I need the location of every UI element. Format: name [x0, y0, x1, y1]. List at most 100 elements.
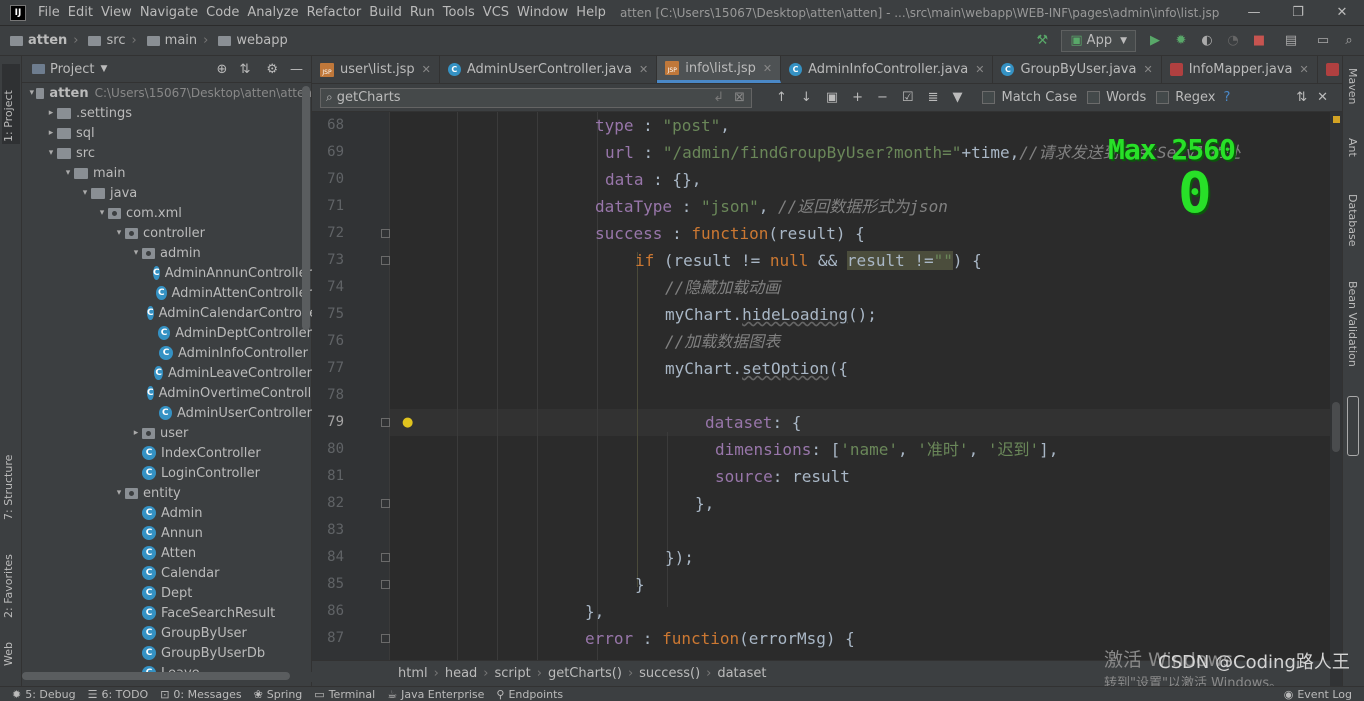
close-tab-icon[interactable]: ✕: [1143, 63, 1152, 76]
tree-item[interactable]: C Annun: [22, 523, 312, 543]
breadcrumb-item[interactable]: html: [392, 666, 434, 681]
nav-crumb-main[interactable]: main ›: [137, 33, 208, 48]
expanded-arrow-icon[interactable]: ▾: [28, 88, 36, 98]
menu-build[interactable]: Build: [365, 5, 406, 20]
words-label[interactable]: Words: [1106, 90, 1146, 105]
editor-scrollbar[interactable]: [1332, 402, 1340, 452]
hide-panel-icon[interactable]: —: [290, 62, 303, 77]
status-eventlog[interactable]: ◉ Event Log: [1284, 688, 1352, 701]
words-checkbox[interactable]: [1087, 91, 1101, 104]
find-input[interactable]: ⌕ getCharts ↲ ⊠: [320, 87, 752, 108]
expanded-arrow-icon[interactable]: ▾: [79, 188, 91, 198]
tree-item[interactable]: C AdminDeptController: [22, 323, 312, 343]
regex-label[interactable]: Regex: [1175, 90, 1215, 105]
menu-vcs[interactable]: VCS: [479, 5, 513, 20]
stop-icon[interactable]: ■: [1250, 32, 1268, 50]
profile-icon[interactable]: ◔: [1224, 32, 1242, 50]
menu-help[interactable]: Help: [572, 5, 610, 20]
tree-item[interactable]: C AdminCalendarController: [22, 303, 322, 323]
collapsed-arrow-icon[interactable]: ▸: [45, 108, 57, 118]
menu-tools[interactable]: Tools: [439, 5, 479, 20]
fold-marker-icon[interactable]: [381, 580, 390, 589]
match-case-label[interactable]: Match Case: [1001, 90, 1077, 105]
terminal-icon[interactable]: ▭: [1314, 32, 1332, 50]
breadcrumb-item[interactable]: success(): [633, 666, 706, 681]
tree-item[interactable]: ▸ user: [22, 423, 312, 443]
editor-tab[interactable]: JSP user\list.jsp ✕: [312, 56, 440, 83]
tree-item[interactable]: ▸ .settings: [22, 103, 312, 123]
remove-occurrence-icon[interactable]: −: [877, 90, 888, 105]
gear-icon[interactable]: ⚙: [266, 62, 278, 77]
filter-icon[interactable]: ▼: [952, 90, 962, 105]
select-all-occurrences-icon[interactable]: ▣: [826, 90, 838, 105]
menu-edit[interactable]: Edit: [64, 5, 97, 20]
expanded-arrow-icon[interactable]: ▾: [45, 148, 57, 158]
collapse-all-icon[interactable]: ⇅: [239, 62, 250, 77]
tab-bean-validation[interactable]: Bean Validation: [1346, 281, 1359, 367]
fold-marker-icon[interactable]: [381, 418, 390, 427]
fold-marker-icon[interactable]: [381, 229, 390, 238]
locate-target-icon[interactable]: ⊕: [217, 62, 228, 77]
collapsed-arrow-icon[interactable]: ▸: [130, 428, 142, 438]
project-panel-title[interactable]: Project: [50, 62, 94, 77]
tree-item[interactable]: C IndexController: [22, 443, 312, 463]
tab-database[interactable]: Database: [1346, 194, 1359, 247]
editor-tab[interactable]: C AdminInfoController.java ✕: [781, 56, 994, 83]
menu-view[interactable]: View: [97, 5, 136, 20]
expanded-arrow-icon[interactable]: ▾: [113, 228, 125, 238]
tab-structure[interactable]: 7: Structure: [2, 436, 15, 520]
fold-marker-icon[interactable]: [381, 499, 390, 508]
menu-code[interactable]: Code: [202, 5, 243, 20]
close-tab-icon[interactable]: ✕: [763, 62, 772, 75]
tree-item[interactable]: C AdminLeaveController: [22, 363, 312, 383]
tree-item[interactable]: ▾ src: [22, 143, 312, 163]
tab-maven[interactable]: Maven: [1346, 68, 1359, 104]
run-config-select[interactable]: ▣ App ▼: [1061, 29, 1136, 52]
fold-marker-icon[interactable]: [381, 553, 390, 562]
tree-item[interactable]: C AdminAnnunController: [22, 263, 312, 283]
match-case-checkbox[interactable]: [982, 91, 996, 104]
tree-hscrollbar[interactable]: [22, 672, 290, 680]
fold-marker-icon[interactable]: [381, 256, 390, 265]
tree-item[interactable]: ▾ atten C:\Users\15067\Desktop\atten\atten: [22, 83, 313, 103]
status-messages[interactable]: ⊡ 0: Messages: [160, 688, 241, 701]
close-tab-icon[interactable]: ✕: [975, 63, 984, 76]
add-occurrence-icon[interactable]: +: [852, 90, 863, 105]
menu-analyze[interactable]: Analyze: [243, 5, 302, 20]
tab-favorites[interactable]: 2: Favorites: [2, 534, 15, 618]
status-endpoints[interactable]: ⚲ Endpoints: [496, 688, 563, 701]
pin-icon[interactable]: ⇅: [1296, 90, 1307, 105]
tree-item[interactable]: C Calendar: [22, 563, 312, 583]
editor-tab[interactable]: C AdminUserController.java ✕: [440, 56, 658, 83]
tab-web[interactable]: Web: [2, 634, 15, 666]
tree-item[interactable]: C Admin: [22, 503, 312, 523]
new-line-icon[interactable]: ↲: [713, 90, 724, 105]
tree-item[interactable]: C AdminInfoController: [22, 343, 312, 363]
menu-navigate[interactable]: Navigate: [136, 5, 202, 20]
select-occurrences-icon[interactable]: ☑: [902, 90, 914, 105]
chevron-down-icon[interactable]: ▼: [100, 64, 107, 74]
tree-scrollbar[interactable]: [302, 86, 310, 330]
in-selection-icon[interactable]: ≣: [928, 90, 939, 105]
status-debug[interactable]: ✹ 5: Debug: [12, 688, 76, 701]
project-structure-icon[interactable]: ▤: [1282, 32, 1300, 50]
close-tab-icon[interactable]: ✕: [1300, 63, 1309, 76]
nav-crumb-src[interactable]: src ›: [78, 33, 137, 48]
next-occurrence-icon[interactable]: ↓: [801, 90, 812, 105]
tree-item[interactable]: ▾ main: [22, 163, 312, 183]
menu-run[interactable]: Run: [406, 5, 439, 20]
expanded-arrow-icon[interactable]: ▾: [130, 248, 142, 258]
nav-crumb-atten[interactable]: atten ›: [0, 33, 78, 48]
nav-crumb-webapp[interactable]: webapp: [208, 33, 288, 48]
status-todo[interactable]: ☰ 6: TODO: [88, 688, 149, 701]
maximize-button[interactable]: ❐: [1276, 0, 1320, 26]
tab-project[interactable]: 1: Project: [2, 64, 20, 144]
expanded-arrow-icon[interactable]: ▾: [113, 488, 125, 498]
collapsed-arrow-icon[interactable]: ▸: [45, 128, 57, 138]
expanded-arrow-icon[interactable]: ▾: [96, 208, 108, 218]
editor-tab[interactable]: InfoMapper.java ✕: [1162, 56, 1318, 83]
coverage-icon[interactable]: ◐: [1198, 32, 1216, 50]
menu-refactor[interactable]: Refactor: [303, 5, 366, 20]
warning-indicator-icon[interactable]: [1333, 116, 1340, 123]
minimize-button[interactable]: —: [1232, 0, 1276, 26]
